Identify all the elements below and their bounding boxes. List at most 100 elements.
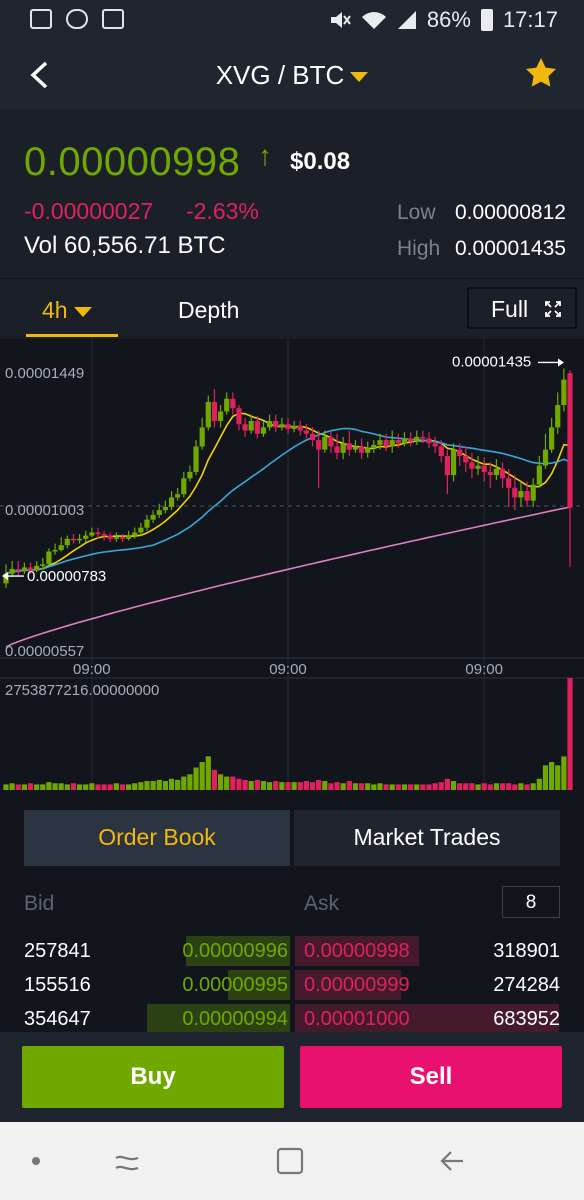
x-axis-label: 09:00	[465, 661, 503, 678]
tab-market-trades[interactable]: Market Trades	[294, 810, 560, 866]
incognito-icon	[66, 9, 88, 29]
candle-body	[107, 535, 113, 539]
candle-body	[414, 436, 420, 442]
volume-bar	[248, 781, 254, 790]
volume-bar	[205, 756, 211, 790]
order-book-row[interactable]: 257841 0.00000996 0.00000998 318901	[0, 934, 584, 967]
fullscreen-button[interactable]: Full	[467, 287, 577, 329]
pair-selector[interactable]: XVG / BTC	[0, 60, 584, 91]
volume-bar	[107, 784, 113, 790]
candlestick-chart[interactable]: 0.000014490.000010030.0000055709:00 09:00…	[0, 338, 584, 792]
volume-bar	[493, 783, 500, 790]
tab-order-book[interactable]: Order Book	[24, 810, 290, 866]
candle-body	[303, 430, 309, 434]
volume-bar	[40, 784, 46, 790]
caret-down-icon	[73, 306, 92, 317]
volume-bar	[352, 783, 359, 790]
bid-price: 0.00000995	[182, 974, 288, 996]
order-book-row[interactable]: 155516 0.00000995 0.00000999 274284	[0, 968, 584, 1001]
trade-action-bar: Buy Sell	[0, 1032, 584, 1122]
price-chart[interactable]: 0.00001449 0.00001003 0.00000557 09:00 09:00…	[0, 338, 584, 792]
candle-body	[365, 448, 371, 453]
high-label: High	[397, 237, 441, 260]
volume-bar	[499, 783, 506, 790]
candle-body	[506, 478, 512, 488]
volume-bar	[432, 783, 438, 790]
candle-body	[469, 462, 475, 469]
volume-bar	[561, 756, 567, 790]
volume-bar	[438, 782, 444, 790]
volume-bar	[64, 784, 70, 790]
volume-bar	[322, 781, 328, 790]
volume-bar	[126, 784, 132, 790]
candle-body	[144, 519, 150, 528]
volume-bar	[58, 783, 64, 790]
candle-body	[156, 510, 162, 515]
candle-body	[542, 449, 549, 466]
back-icon[interactable]	[437, 1146, 467, 1176]
last-price: 0.00000998	[24, 140, 241, 184]
volume-bar	[132, 783, 138, 790]
volume-bar	[450, 781, 457, 790]
sell-button[interactable]: Sell	[300, 1046, 562, 1108]
volume-bar	[481, 783, 487, 790]
candle-body	[328, 436, 334, 447]
candle-body	[463, 456, 469, 463]
tab-depth[interactable]: Depth	[178, 297, 239, 324]
volume-bar	[267, 782, 273, 790]
volume-24h: Vol 60,556.71 BTC	[24, 232, 226, 259]
star-icon[interactable]	[524, 56, 558, 90]
y-axis-label-bottom: 0.00000557	[5, 643, 84, 660]
caret-down-icon	[350, 72, 369, 83]
recents-icon[interactable]	[112, 1146, 142, 1176]
volume-bar	[303, 781, 309, 790]
volume-bar	[76, 784, 83, 790]
candle-body	[316, 440, 322, 450]
candle-body	[530, 484, 536, 501]
ask-price: 0.00000998	[304, 940, 410, 962]
volume-bar	[230, 776, 236, 790]
volume-bar	[3, 784, 9, 790]
status-bar: 86% 17:17	[0, 0, 584, 40]
buy-button[interactable]: Buy	[22, 1046, 284, 1108]
volume-bar	[279, 782, 285, 790]
interval-label: 4h	[42, 297, 68, 323]
change-absolute: -0.00000027	[24, 198, 154, 224]
volume-bar	[567, 678, 573, 790]
volume-bar	[236, 778, 242, 790]
candle-body	[377, 440, 383, 445]
volume-bar	[457, 783, 463, 790]
volume-bar	[408, 784, 414, 790]
active-tab-indicator	[26, 334, 118, 337]
candle-body	[224, 398, 230, 412]
battery-percent: 86%	[426, 7, 471, 32]
volume-bar	[273, 781, 279, 790]
bid-quantity: 155516	[24, 974, 91, 996]
home-icon[interactable]	[275, 1146, 305, 1176]
candle-body	[217, 411, 224, 421]
depth-selector[interactable]: 8	[502, 886, 560, 918]
tab-interval[interactable]: 4h	[42, 297, 92, 324]
candle-body	[567, 373, 573, 508]
volume-bar	[506, 783, 512, 790]
dot-icon[interactable]	[32, 1157, 40, 1165]
price-up-arrow-icon: ↑	[258, 140, 272, 171]
candle-body	[230, 398, 236, 409]
clock: 17:17	[502, 7, 558, 32]
volume-bar	[401, 784, 408, 790]
volume-bar	[389, 784, 395, 790]
candle-body	[254, 420, 260, 434]
volume-bar	[224, 776, 230, 790]
candle-body	[199, 427, 205, 447]
volume-bar	[420, 784, 426, 790]
candle-body	[309, 433, 316, 441]
candle-body	[248, 420, 254, 431]
volume-bar	[549, 762, 555, 790]
candle-body	[371, 444, 377, 449]
candle-body	[493, 468, 500, 476]
volume-bar	[518, 783, 524, 790]
candle-body	[401, 438, 408, 444]
candle-body	[187, 471, 193, 479]
volume-bar	[70, 783, 77, 790]
order-book-row[interactable]: 354647 0.00000994 0.00001000 683952	[0, 1002, 584, 1034]
